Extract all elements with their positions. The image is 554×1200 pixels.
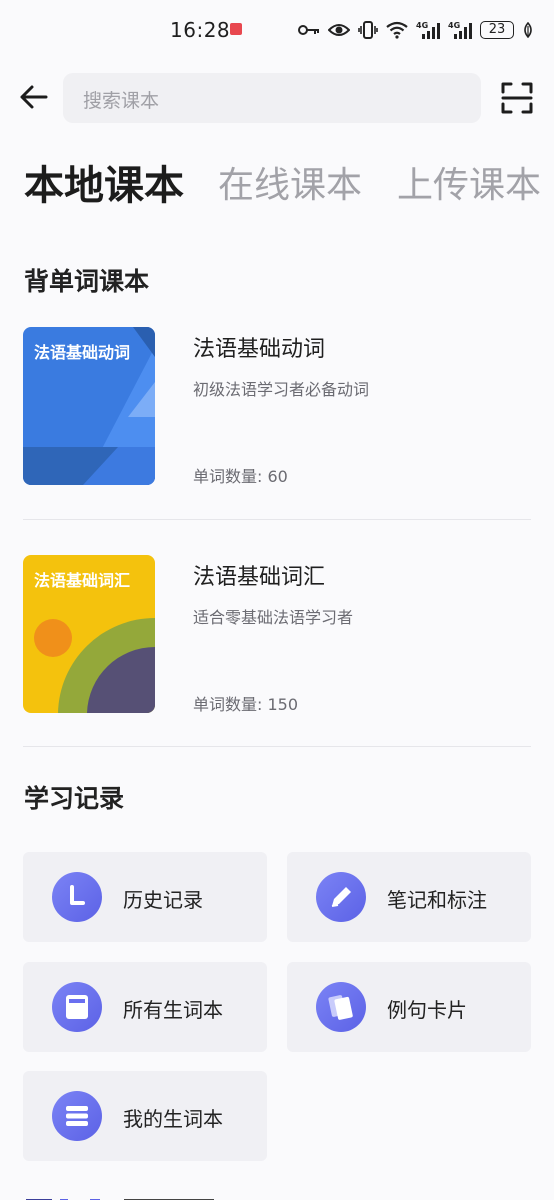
book-description: 适合零基础法语学习者 <box>193 608 354 627</box>
svg-text:4G: 4G <box>416 21 428 30</box>
signal-icon-1: 4G <box>416 21 440 39</box>
record-example-cards[interactable]: 例句卡片 <box>287 962 531 1052</box>
clock-icon <box>52 872 102 922</box>
leaf-icon <box>524 22 532 38</box>
back-button[interactable] <box>18 82 52 112</box>
scan-icon <box>501 82 533 114</box>
book-word-count: 单词数量: 150 <box>193 695 299 714</box>
tab-online-books[interactable]: 在线课本 <box>218 160 362 212</box>
eye-icon <box>328 24 350 36</box>
book-item-vocabulary[interactable]: 法语基础词汇 法语基础词汇 适合零基础法语学习者 单词数量: 150 <box>23 555 531 715</box>
record-label: 所有生词本 <box>123 998 223 1022</box>
record-all-wordbooks[interactable]: 所有生词本 <box>23 962 267 1052</box>
book-description: 初级法语学习者必备动词 <box>193 380 370 399</box>
search-input[interactable]: 搜索课本 <box>63 73 481 123</box>
tab-local-books[interactable]: 本地课本 <box>24 160 184 212</box>
notebook-icon <box>52 982 102 1032</box>
book-name: 法语基础动词 <box>193 337 326 362</box>
notification-icon <box>230 23 242 35</box>
wifi-icon <box>386 21 408 39</box>
section-title-vocab-books: 背单词课本 <box>24 267 150 296</box>
scan-button[interactable] <box>500 81 534 115</box>
vibrate-icon <box>358 21 378 39</box>
book-cover: 法语基础动词 <box>23 327 155 485</box>
book-cover: 法语基础词汇 <box>23 555 155 713</box>
status-time: 16:28 <box>170 18 231 42</box>
svg-text:4G: 4G <box>448 21 460 30</box>
book-item-verbs[interactable]: 法语基础动词 法语基础动词 初级法语学习者必备动词 单词数量: 60 <box>23 327 531 487</box>
divider <box>23 746 531 747</box>
arrow-left-icon <box>20 85 48 109</box>
divider <box>23 519 531 520</box>
record-notes[interactable]: 笔记和标注 <box>287 852 531 942</box>
list-icon <box>52 1091 102 1141</box>
pencil-icon <box>316 872 366 922</box>
book-name: 法语基础词汇 <box>193 565 326 590</box>
next-section-peek <box>0 1188 554 1200</box>
search-placeholder: 搜索课本 <box>83 90 160 112</box>
cards-icon <box>316 982 366 1032</box>
signal-icon-2: 4G <box>448 21 472 39</box>
record-label: 例句卡片 <box>387 998 467 1022</box>
book-word-count: 单词数量: 60 <box>193 467 288 486</box>
status-icons: 4G 4G 23 <box>298 18 534 42</box>
status-bar: 16:28 4G 4G 23 <box>0 0 554 60</box>
record-label: 历史记录 <box>123 888 203 912</box>
record-history[interactable]: 历史记录 <box>23 852 267 942</box>
record-label: 笔记和标注 <box>387 888 487 912</box>
record-label: 我的生词本 <box>123 1107 223 1131</box>
record-my-wordbook[interactable]: 我的生词本 <box>23 1071 267 1161</box>
battery-indicator: 23 <box>480 21 514 39</box>
book-cover-title: 法语基础动词 <box>34 343 131 362</box>
book-cover-title: 法语基础词汇 <box>34 571 131 590</box>
section-title-study-records: 学习记录 <box>24 784 125 813</box>
key-icon <box>298 25 319 35</box>
tab-upload-books[interactable]: 上传课本 <box>397 160 541 212</box>
